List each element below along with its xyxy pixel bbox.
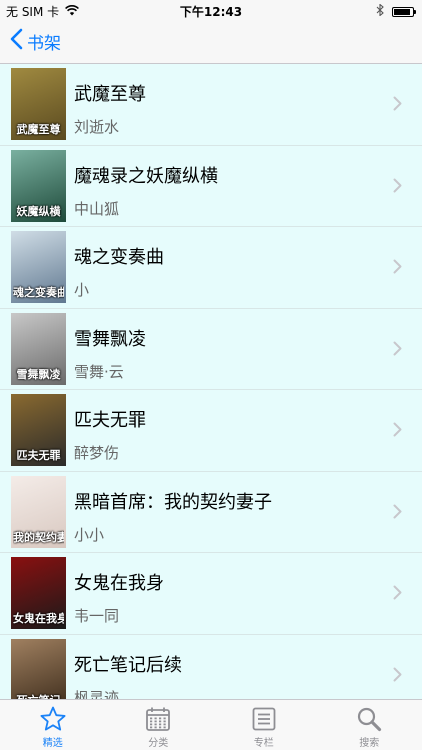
book-cover-title: 我的契约妻子 (13, 530, 64, 544)
tab-list[interactable]: 专栏 (211, 700, 317, 750)
book-cover-title: 魂之变奏曲 (13, 286, 64, 299)
book-title: 死亡笔记后续 (74, 654, 182, 676)
bluetooth-icon (376, 3, 384, 19)
book-cover-title: 匹夫无罪 (16, 449, 61, 462)
book-row[interactable]: 魂之变奏曲 魂之变奏曲小 (0, 227, 422, 309)
chevron-right-icon (393, 96, 402, 115)
screen: 无 SIM 卡 下午12:43 书架 武魔至尊 武魔至尊 刘逝水 妖魔纵横 魔魂… (0, 0, 422, 750)
tab-label: 专栏 (253, 738, 274, 749)
book-cover-title: 女鬼在我身 (13, 612, 64, 625)
book-title: 魂之变奏曲 (74, 247, 164, 268)
book-title: 黑暗首席：我的契约妻子 (74, 491, 272, 513)
search-icon (355, 705, 383, 733)
tab-search[interactable]: 搜索 (317, 700, 422, 750)
book-author: 韦一同 (74, 607, 120, 625)
book-author: 小 (74, 281, 90, 299)
calendar-icon (144, 705, 172, 733)
book-cover-image: 妖魔纵横 (11, 149, 66, 222)
book-cover-image: 女鬼在我身 (11, 557, 66, 629)
book-author: 小小 (74, 525, 105, 544)
chevron-right-icon (393, 422, 402, 441)
status-right (376, 3, 416, 19)
book-author: 醉梦伤 (74, 444, 120, 462)
battery-fill (394, 8, 411, 15)
book-title: 女鬼在我身 (74, 573, 164, 594)
book-title: 魔魂录之妖魔纵横 (74, 165, 218, 187)
battery-icon (392, 6, 416, 17)
book-row[interactable]: 死亡笔记 死亡笔记后续枫灵迹 (0, 634, 422, 700)
tab-label: 分类 (148, 738, 169, 749)
star-icon (39, 705, 67, 733)
book-row[interactable]: 雪舞飘凌 雪舞飘凌 雪舞·云 (0, 308, 422, 390)
navigation-bar: 书架 (0, 20, 422, 64)
book-author: 雪舞·云 (74, 362, 124, 381)
book-row[interactable]: 匹夫无罪 匹夫无罪 醉梦伤 (0, 390, 422, 472)
tab-label: 搜索 (359, 738, 380, 749)
chevron-right-icon (393, 504, 402, 523)
book-cover-title: 死亡笔记 (13, 692, 64, 700)
chevron-right-icon (393, 341, 402, 360)
chevron-right-icon (393, 178, 402, 197)
back-label: 书架 (27, 34, 61, 54)
back-button[interactable]: 书架 (10, 28, 61, 55)
book-cover-image: 我的契约妻子 (11, 475, 66, 548)
book-row[interactable]: 武魔至尊 武魔至尊 刘逝水 (0, 64, 422, 146)
book-cover-image: 武魔至尊 (11, 68, 66, 140)
book-title: 雪舞飘凌 (74, 328, 146, 350)
book-cover-title: 妖魔纵横 (16, 204, 61, 218)
book-row[interactable]: 我的契约妻子 黑暗首席：我的契约妻子小小 (0, 471, 422, 553)
book-cover-image: 死亡笔记 (11, 638, 66, 700)
chevron-right-icon (393, 667, 402, 686)
book-cover-title: 雪舞飘凌 (16, 367, 61, 381)
book-author: 刘逝水 (74, 118, 120, 136)
chevron-left-icon (10, 28, 23, 55)
book-author: 枫灵迹 (74, 688, 120, 700)
chevron-right-icon (393, 585, 402, 604)
list-icon (250, 705, 278, 733)
book-row[interactable]: 妖魔纵横 魔魂录之妖魔纵横 中山狐 (0, 145, 422, 227)
book-list[interactable]: 武魔至尊 武魔至尊 刘逝水 妖魔纵横 魔魂录之妖魔纵横 中山狐 魂之变奏曲 魂之变奏曲小雪舞飘… (0, 64, 422, 699)
book-title: 匹夫无罪 (74, 410, 146, 431)
tab-label: 精选 (42, 738, 63, 749)
book-cover-image: 雪舞飘凌 (11, 312, 66, 385)
book-cover-title: 武魔至尊 (16, 123, 61, 136)
tab-star[interactable]: 精选 (0, 700, 106, 750)
book-cover-image: 匹夫无罪 (11, 394, 66, 466)
book-author: 中山狐 (74, 199, 120, 218)
tab-calendar[interactable]: 分类 (106, 700, 212, 750)
chevron-right-icon (393, 259, 402, 278)
book-title: 武魔至尊 (74, 84, 146, 105)
book-cover-image: 魂之变奏曲 (11, 231, 66, 303)
book-row[interactable]: 女鬼在我身 女鬼在我身 韦一同 (0, 553, 422, 635)
status-time: 下午12:43 (179, 5, 243, 19)
status-bar: 无 SIM 卡 下午12:43 (0, 0, 422, 20)
tab-bar: 精选 分类 专栏 搜索 (0, 699, 422, 750)
